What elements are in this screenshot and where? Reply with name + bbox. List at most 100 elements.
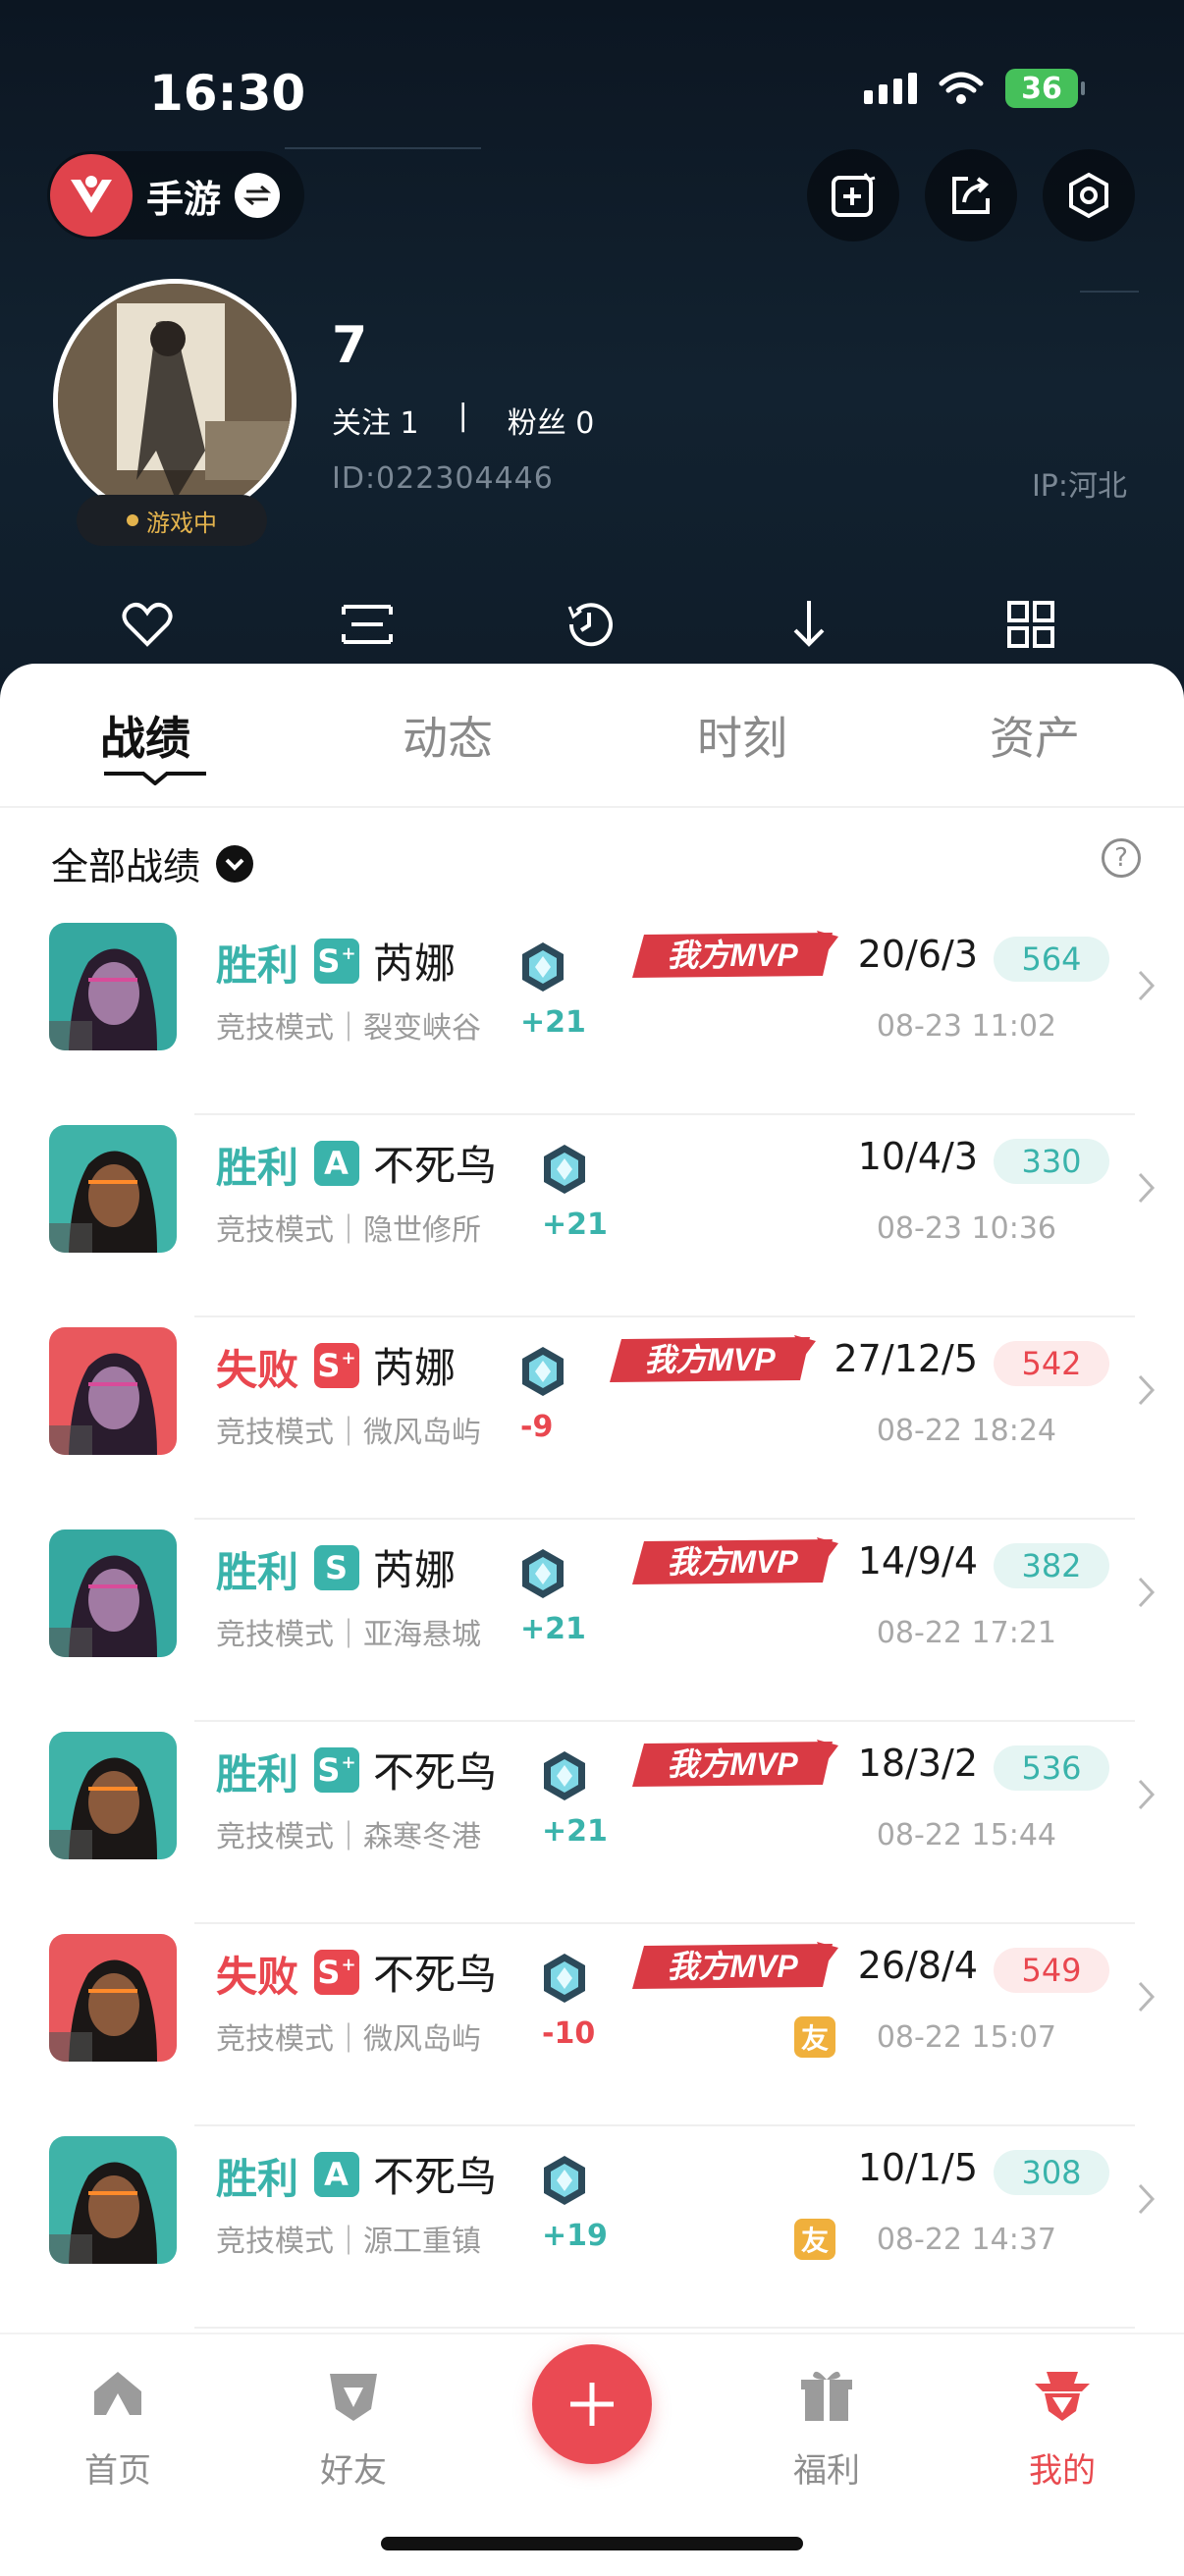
match-row[interactable]: 失败 S + 芮娜 竞技模式｜微风岛屿 -9 27/12/5 542 08-22 … [0,1317,1184,1520]
fans-count[interactable]: 粉丝 0 [508,399,595,442]
rank-emblem-icon [522,942,564,992]
rank-points-delta: -10 [542,2016,596,2051]
match-time: 08-22 15:07 [876,2020,1056,2055]
match-time: 08-22 17:21 [876,1616,1056,1650]
nav-rewards-label: 福利 [793,2451,860,2491]
nav-rewards[interactable]: 福利 [758,2364,895,2492]
rank-badge: S + [314,939,359,984]
match-row[interactable]: 胜利 S 芮娜 竞技模式｜亚海悬城 +21 14/9/4 382 08-22 1… [0,1520,1184,1722]
help-icon[interactable]: ? [1102,838,1141,878]
svg-text:我方MVP: 我方MVP [644,1342,776,1377]
wifi-icon [939,72,984,104]
rank-points-delta: -9 [520,1410,554,1444]
match-row[interactable]: 胜利 S + 芮娜 竞技模式｜裂变峡谷 +21 20/6/3 564 08-23 … [0,913,1184,1115]
avatar[interactable] [53,279,296,522]
profile-ip: IP:河北 [1031,469,1127,504]
kda-stat: 14/9/4 [857,1539,978,1583]
game-logo-icon [50,154,133,237]
filter-label: 全部战绩 [51,845,201,888]
rank-badge: S + [314,1950,359,1995]
home-icon [94,2372,141,2415]
settings-button[interactable] [1043,149,1135,242]
match-time: 08-22 18:24 [876,1414,1056,1448]
agent-portrait [49,1125,177,1253]
records-filter-dropdown[interactable]: 全部战绩 [51,836,254,890]
chevron-right-icon [1138,970,1156,1001]
friends-icon [330,2374,377,2421]
match-time: 08-23 11:02 [876,1009,1056,1044]
rank-points-delta: +21 [542,1208,608,1242]
match-result: 胜利 [216,1750,299,1798]
nav-me[interactable]: 我的 [994,2364,1131,2492]
match-mode-map: 竞技模式｜森寒冬港 [216,1820,481,1854]
cellular-signal-icon [864,73,917,104]
rank-badge: A [314,1141,359,1186]
svg-text:我方MVP: 我方MVP [667,1949,798,1984]
rank-badge: A [314,2152,359,2197]
combat-score-badge: 549 [994,1948,1109,1993]
add-card-icon [832,173,876,217]
chevron-right-icon [1138,1577,1156,1608]
history-icon[interactable] [560,595,619,654]
online-status-badge: 游戏中 [77,495,267,546]
nav-home[interactable]: 首页 [49,2364,187,2492]
home-indicator [381,2537,803,2550]
match-row[interactable]: 失败 S + 不死鸟 竞技模式｜微风岛屿 -10 26/8/4 549 08-22… [0,1924,1184,2126]
team-mvp-badge: 我方MVP [632,931,838,978]
match-row[interactable]: 胜利 A 不死鸟 竞技模式｜隐世修所 +21 10/4/3 330 08-23 … [0,1115,1184,1317]
add-card-button[interactable] [807,149,899,242]
avatar-image [58,284,292,517]
grid-icon[interactable] [1001,595,1060,654]
chevron-down-icon [216,844,254,883]
share-button[interactable] [925,149,1017,242]
rank-emblem-icon [544,2156,585,2205]
nav-me-label: 我的 [1029,2451,1096,2491]
tab-feed[interactable]: 动态 [403,703,493,768]
match-result: 失败 [216,1953,299,2001]
status-time: 16:30 [149,65,306,122]
match-row[interactable]: 胜利 A 不死鸟 竞技模式｜源工重镇 +19 10/1/5 308 08-22 … [0,2126,1184,2329]
match-result: 胜利 [216,2155,299,2203]
nav-friends[interactable]: 好友 [285,2364,422,2492]
rank-points-delta: +19 [542,2219,608,2253]
team-mvp-badge: 我方MVP [632,1537,838,1584]
chevron-right-icon [1138,1172,1156,1204]
chevron-right-icon [1138,1779,1156,1810]
rank-emblem-icon [522,1347,564,1396]
kda-stat: 10/1/5 [857,2146,978,2189]
share-icon [952,177,990,214]
agent-name: 不死鸟 [373,1142,498,1190]
agent-portrait [49,1934,177,2062]
kda-stat: 20/6/3 [857,933,978,976]
kda-stat: 10/4/3 [857,1135,978,1178]
tab-assets[interactable]: 资产 [990,703,1080,768]
match-row[interactable]: 胜利 S + 不死鸟 竞技模式｜森寒冬港 +21 18/3/2 536 08-22… [0,1722,1184,1924]
download-icon[interactable] [780,595,838,654]
row-divider [194,2327,1135,2329]
combat-score-badge: 564 [994,937,1109,982]
agent-portrait [49,1327,177,1455]
kda-stat: 18/3/2 [857,1742,978,1785]
agent-portrait [49,2136,177,2264]
following-count[interactable]: 关注 1 [332,399,419,442]
active-tab-indicator [104,772,206,785]
list-icon[interactable] [338,595,397,654]
game-switch-button[interactable]: 手游 [47,151,304,240]
team-mvp-badge: 我方MVP [610,1335,816,1382]
rank-points-delta: +21 [520,1612,586,1646]
rank-badge: S + [314,1343,359,1388]
tab-moments[interactable]: 时刻 [697,703,787,768]
match-time: 08-22 15:44 [876,1818,1056,1852]
combat-score-badge: 382 [994,1543,1109,1588]
plus-icon [570,2383,614,2426]
combat-score-badge: 330 [994,1139,1109,1184]
rank-badge: S + [314,1747,359,1793]
add-post-button[interactable] [532,2344,652,2464]
rank-emblem-icon [544,1145,585,1194]
status-icons: 36 [864,69,1085,108]
heart-icon[interactable] [118,595,177,654]
tab-records[interactable]: 战绩 [100,703,190,768]
combat-score-badge: 536 [994,1745,1109,1791]
match-result: 胜利 [216,1144,299,1192]
decor-line [1080,291,1139,293]
